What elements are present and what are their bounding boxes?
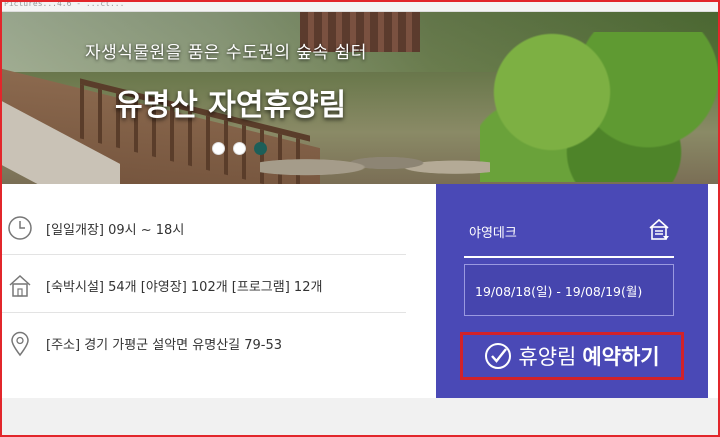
clock-icon [6,214,34,242]
date-range-field[interactable]: 19/08/18(일) - 19/08/19(월) [464,264,674,316]
check-circle-icon [484,342,512,370]
category-select[interactable]: 야영데크 [469,222,517,241]
browser-tab-text: Pictures...4.6 - ...ct... [4,0,125,8]
date-range-text: 19/08/18(일) - 19/08/19(월) [475,283,643,299]
house-icon [6,272,34,300]
reserve-button-label-bold: 예약하기 [582,345,660,369]
foliage-image [480,32,720,182]
reserve-button[interactable]: 휴양림 예약하기 [460,332,684,380]
hero-title: 유명산 자연휴양림 [115,88,347,123]
reserve-button-label-regular: 휴양림 [518,345,577,369]
hours-text: [일일개장] 09시 ~ 18시 [46,222,185,238]
facilities-row: [숙박시설] 54개 [야영장] 102개 [프로그램] 12개 [0,254,406,314]
info-panel: [일일개장] 09시 ~ 18시 [숙박시설] 54개 [야영장] 102개 [… [0,184,436,398]
slider-dots [212,142,267,156]
category-menu-icon[interactable] [648,218,670,242]
address-text: [주소] 경기 가평군 설악면 유명산길 79-53 [46,338,283,353]
address-row: [주소] 경기 가평군 설악면 유명산길 79-53 [0,312,406,372]
bottom-area [0,398,720,437]
hours-row: [일일개장] 09시 ~ 18시 [0,198,406,258]
category-underline [464,256,674,258]
facilities-text: [숙박시설] 54개 [야영장] 102개 [프로그램] 12개 [46,280,323,295]
slide-dot-1[interactable] [212,142,225,155]
reservation-panel: 야영데크 19/08/18(일) - 19/08/19(월) 휴양림 예약하기 [436,184,708,398]
slide-dot-2[interactable] [233,142,246,155]
slide-dot-3-active[interactable] [254,142,267,155]
browser-tab-strip: Pictures...4.6 - ...ct... [0,0,720,12]
map-pin-icon [6,330,34,358]
hero-banner: 자생식물원을 품은 수도권의 숲속 쉼터 유명산 자연휴양림 [0,12,720,184]
stream-rocks-image [260,142,490,184]
hero-subtitle: 자생식물원을 품은 수도권의 숲속 쉼터 [85,43,367,63]
